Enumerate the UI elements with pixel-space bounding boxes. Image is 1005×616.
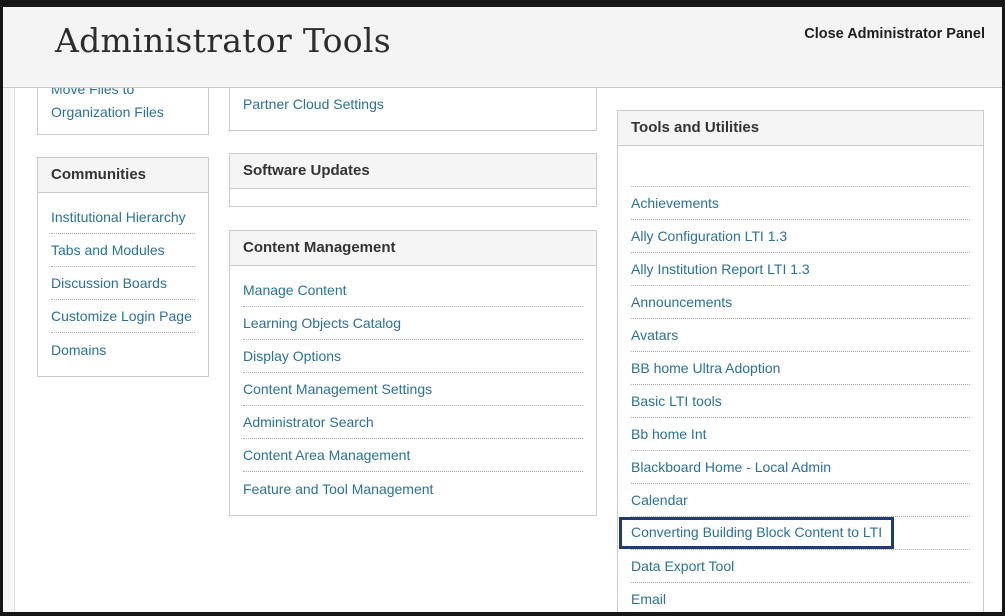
tool-link[interactable]: Basic LTI tools <box>631 393 722 409</box>
community-link[interactable]: Tabs and Modules <box>51 242 165 258</box>
content-management-link[interactable]: Content Area Management <box>243 447 410 463</box>
list-item[interactable]: Ally Institution Report LTI 1.3 <box>631 253 970 286</box>
tool-link[interactable]: Bb home Int <box>631 426 707 442</box>
list-item[interactable]: Announcements <box>631 286 970 319</box>
list-item[interactable]: Administrator Search <box>243 406 583 439</box>
list-item[interactable]: Calendar <box>631 484 970 517</box>
list-item[interactable]: Display Options <box>243 340 583 373</box>
content-management-link[interactable]: Manage Content <box>243 282 347 298</box>
tool-link[interactable]: Calendar <box>631 492 688 508</box>
panel-content: Move Files to Organization Files Communi… <box>3 88 1002 612</box>
software-updates-section: Software Updates <box>229 153 597 207</box>
content-management-header: Content Management <box>230 231 596 266</box>
tools-and-utilities-header: Tools and Utilities <box>618 111 983 146</box>
empty-list-item <box>631 146 970 187</box>
list-item[interactable]: Content Area Management <box>243 439 583 472</box>
list-item[interactable]: Discussion Boards <box>51 267 195 300</box>
list-item[interactable]: Feature and Tool Management <box>243 472 583 505</box>
administrator-panel: Administrator Tools Close Administrator … <box>0 0 1005 616</box>
tool-link[interactable]: Data Export Tool <box>631 558 734 574</box>
move-files-box: Move Files to Organization Files <box>37 88 209 135</box>
communities-header: Communities <box>38 158 208 193</box>
community-link[interactable]: Discussion Boards <box>51 275 167 291</box>
list-item[interactable]: Basic LTI tools <box>631 385 970 418</box>
content-management-link[interactable]: Content Management Settings <box>243 381 432 397</box>
list-item[interactable]: Avatars <box>631 319 970 352</box>
tool-link[interactable]: Ally Institution Report LTI 1.3 <box>631 261 810 277</box>
list-item[interactable]: Content Management Settings <box>243 373 583 406</box>
tool-link[interactable]: Blackboard Home - Local Admin <box>631 459 831 475</box>
list-item[interactable]: Learning Objects Catalog <box>243 307 583 340</box>
move-files-to-organization-files-link[interactable]: Move Files to Organization Files <box>51 88 195 124</box>
content-management-list: Manage Content Learning Objects Catalog … <box>230 266 596 515</box>
list-item[interactable]: BB home Ultra Adoption <box>631 352 970 385</box>
tool-link[interactable]: Achievements <box>631 195 719 211</box>
community-link[interactable]: Institutional Hierarchy <box>51 209 186 225</box>
partner-cloud-box: Partner Cloud Settings <box>229 88 597 131</box>
list-item[interactable]: Achievements <box>631 187 970 220</box>
community-link[interactable]: Customize Login Page <box>51 308 192 324</box>
list-item[interactable]: Tabs and Modules <box>51 234 195 267</box>
list-item[interactable]: Blackboard Home - Local Admin <box>631 451 970 484</box>
tool-link[interactable]: Announcements <box>631 294 732 310</box>
partner-cloud-settings-link[interactable]: Partner Cloud Settings <box>243 96 384 112</box>
list-item[interactable]: Bb home Int <box>631 418 970 451</box>
column-middle: Partner Cloud Settings Software Updates … <box>229 88 597 612</box>
highlighted-tool-link[interactable]: Converting Building Block Content to LTI <box>631 524 882 540</box>
tools-and-utilities-section: Tools and Utilities Achievements Ally Co… <box>617 110 984 612</box>
panel-header: Administrator Tools Close Administrator … <box>3 7 1002 88</box>
communities-section: Communities Institutional Hierarchy Tabs… <box>37 157 209 377</box>
content-management-link[interactable]: Feature and Tool Management <box>243 481 433 497</box>
left-gutter <box>3 88 15 612</box>
tool-link[interactable]: Ally Configuration LTI 1.3 <box>631 228 787 244</box>
content-management-link[interactable]: Display Options <box>243 348 341 364</box>
list-item[interactable]: Customize Login Page <box>51 300 195 333</box>
list-item[interactable]: Ally Configuration LTI 1.3 <box>631 220 970 253</box>
column-right: Tools and Utilities Achievements Ally Co… <box>617 88 984 612</box>
close-administrator-panel-button[interactable]: Close Administrator Panel <box>804 26 985 42</box>
tools-and-utilities-list: Achievements Ally Configuration LTI 1.3 … <box>618 146 983 612</box>
list-item[interactable]: Institutional Hierarchy <box>51 201 195 234</box>
software-updates-empty-area <box>230 189 596 206</box>
list-item[interactable]: Email <box>631 583 970 612</box>
focus-ring: Converting Building Block Content to LTI <box>619 517 894 549</box>
tool-link[interactable]: BB home Ultra Adoption <box>631 360 780 376</box>
column-left: Move Files to Organization Files Communi… <box>37 88 209 612</box>
community-link[interactable]: Domains <box>51 342 106 358</box>
content-management-link[interactable]: Administrator Search <box>243 414 374 430</box>
list-item[interactable]: Domains <box>51 333 195 366</box>
page-title: Administrator Tools <box>55 21 391 60</box>
list-item-highlighted[interactable]: Converting Building Block Content to LTI <box>631 517 970 550</box>
communities-list: Institutional Hierarchy Tabs and Modules… <box>38 193 208 376</box>
list-item[interactable]: Data Export Tool <box>631 550 970 583</box>
content-management-link[interactable]: Learning Objects Catalog <box>243 315 401 331</box>
software-updates-header: Software Updates <box>230 154 596 189</box>
tool-link[interactable]: Email <box>631 591 666 607</box>
list-item[interactable]: Manage Content <box>243 274 583 307</box>
content-management-section: Content Management Manage Content Learni… <box>229 230 597 516</box>
tool-link[interactable]: Avatars <box>631 327 678 343</box>
